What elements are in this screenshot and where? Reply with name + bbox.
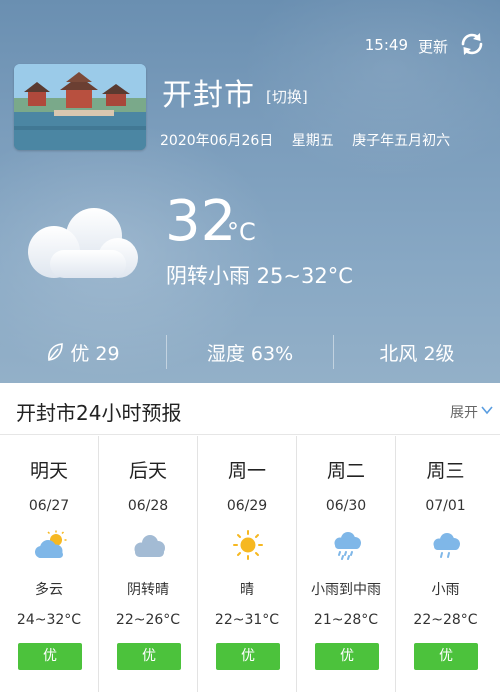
day-date: 06/27 xyxy=(28,498,70,514)
day-condition: 小雨 xyxy=(431,582,460,598)
refresh-button-label[interactable]: 更新 xyxy=(418,36,448,57)
forecast-day: 周一 06/29 晴 22~31°C 优 xyxy=(198,436,297,692)
forecast-days: 明天 06/27 多云 24~32°C 优 后天 06/28 阴转晴 22~26… xyxy=(0,436,500,692)
aqi-badge: 优 xyxy=(18,643,82,670)
forecast-day: 后天 06/28 阴转晴 22~26°C 优 xyxy=(99,436,198,692)
partly-cloudy-icon xyxy=(35,530,67,558)
aqi-badge: 优 xyxy=(117,643,181,670)
day-temperature: 22~28°C xyxy=(413,612,478,628)
day-name: 周一 xyxy=(227,460,266,482)
day-temperature: 21~28°C xyxy=(313,612,379,628)
date: 2020年06月26日 xyxy=(160,133,274,149)
weather-panel: 15:49 更新 开封市 [切换] 2020年06月26日 星期五 庚子年五月初… xyxy=(0,0,500,383)
day-name: 周三 xyxy=(426,460,465,482)
forecast-day: 周二 06/30 小雨到中雨 21~28°C 优 xyxy=(297,436,396,692)
rain-icon xyxy=(334,532,361,560)
day-temperature: 24~32°C xyxy=(16,612,82,628)
stats-bar: 优 29 湿度 63% 北风 2级 xyxy=(0,335,500,369)
day-name: 后天 xyxy=(128,460,167,482)
expand-button[interactable]: 展开 xyxy=(450,402,478,422)
lunar-date: 庚子年五月初六 xyxy=(352,133,451,149)
day-temperature: 22~26°C xyxy=(115,612,181,628)
chevron-down-icon[interactable] xyxy=(480,403,494,417)
forecast-header: 开封市24小时预报 展开 xyxy=(0,383,500,435)
date-line: 2020年06月26日 星期五 庚子年五月初六 xyxy=(160,130,464,150)
update-time: 15:49 xyxy=(364,36,408,54)
wind-value: 北风 2级 xyxy=(379,342,455,365)
aqi-badge: 优 xyxy=(414,643,478,670)
day-date: 06/30 xyxy=(325,498,367,514)
aqi-badge: 优 xyxy=(216,643,280,670)
day-name: 明天 xyxy=(29,460,68,482)
city-photo xyxy=(14,64,146,150)
switch-city-link[interactable]: [切换] xyxy=(266,86,308,107)
day-condition: 晴 xyxy=(240,582,254,598)
light-rain-icon xyxy=(433,533,460,558)
current-condition: 阴转小雨 25~32°C xyxy=(166,264,353,288)
sunny-icon xyxy=(233,530,263,560)
forecast-day: 周三 07/01 小雨 22~28°C 优 xyxy=(396,436,495,692)
humidity-stat: 湿度 63% xyxy=(166,335,333,369)
day-condition: 多云 xyxy=(35,582,63,598)
day-date: 07/01 xyxy=(425,498,466,514)
day-condition: 小雨到中雨 xyxy=(311,582,381,598)
weekday: 星期五 xyxy=(291,133,334,149)
humidity-value: 湿度 63% xyxy=(206,342,294,365)
forecast-title: 开封市24小时预报 xyxy=(16,401,182,425)
current-temperature: 32 xyxy=(165,189,237,254)
day-date: 06/29 xyxy=(226,498,268,514)
refresh-icon[interactable] xyxy=(458,30,486,58)
leaf-icon xyxy=(48,343,64,361)
day-name: 周二 xyxy=(326,460,365,482)
forecast-day: 明天 06/27 多云 24~32°C 优 xyxy=(0,436,99,692)
aqi-badge: 优 xyxy=(315,643,379,670)
wind-stat: 北风 2级 xyxy=(333,335,500,369)
city-name: 开封市 xyxy=(162,78,255,113)
day-temperature: 22~31°C xyxy=(214,612,280,628)
cloudy-icon xyxy=(134,535,165,557)
aqi-stat: 优 29 xyxy=(0,335,166,369)
day-condition: 阴转晴 xyxy=(127,582,169,598)
temperature-unit: °C xyxy=(227,218,256,246)
aqi-value: 优 29 xyxy=(70,342,120,365)
day-date: 06/28 xyxy=(127,498,169,514)
cloud-icon xyxy=(28,208,138,278)
